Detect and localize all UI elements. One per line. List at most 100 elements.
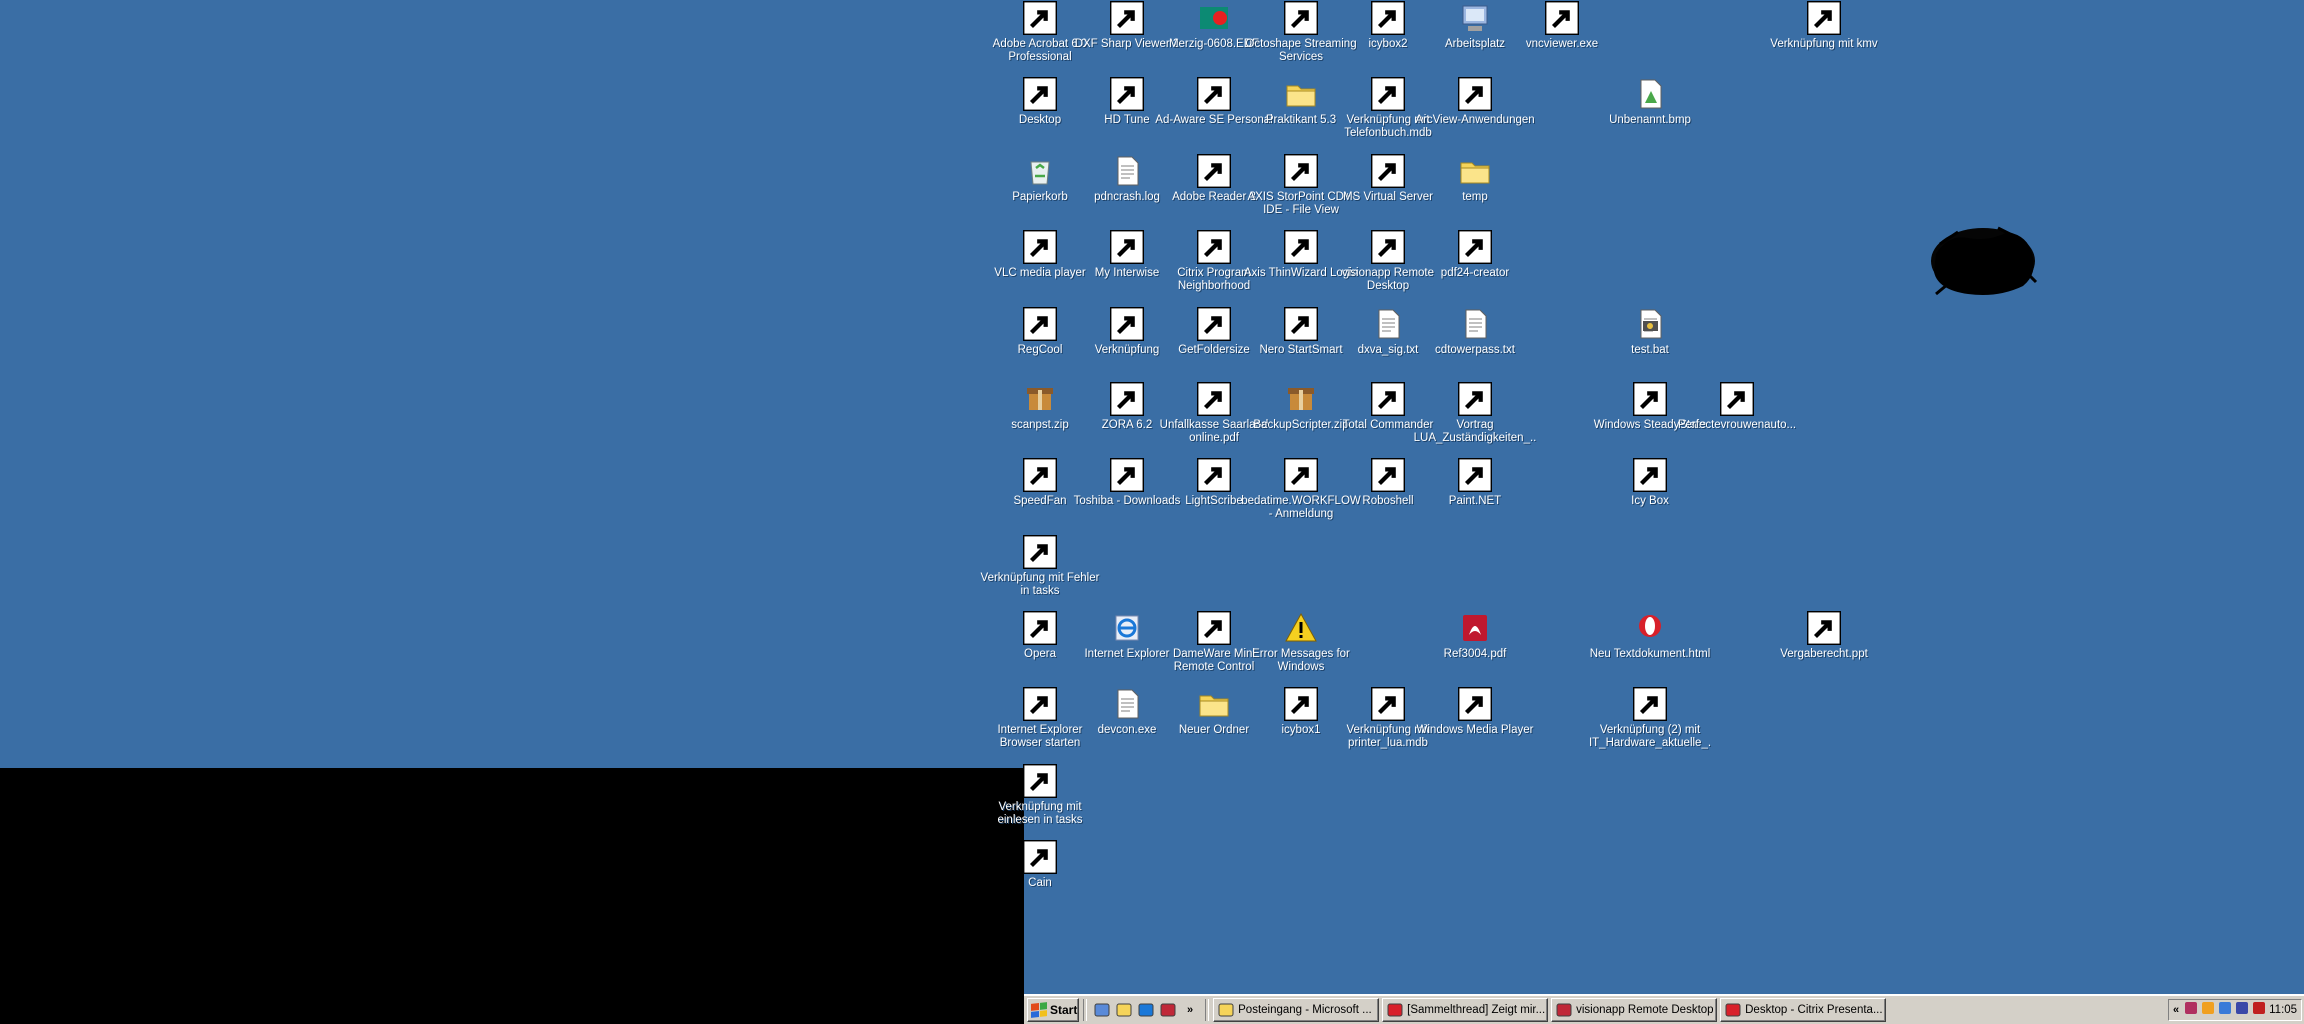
ie-icon (1023, 687, 1057, 721)
desktop-icon-pdf24-creator[interactable]: pdf24-creator (1413, 229, 1537, 305)
desktop-icon-label: vncviewer.exe (1525, 38, 1599, 50)
edf-file-icon (1197, 1, 1231, 35)
desktop-icon-label: Verknüpfung mit kmv (1770, 38, 1878, 50)
taskbar: Start » Posteingang - Microsoft ... [Samm… (1024, 994, 2304, 1024)
desktop-icon-cdtowerpass-txt[interactable]: cdtowerpass.txt (1413, 306, 1537, 382)
taskbar-button[interactable]: visionapp Remote Desktop (1551, 998, 1718, 1022)
citrix-icon (1197, 230, 1231, 264)
tray-speaker-icon[interactable] (2235, 1001, 2249, 1020)
cain-icon (1023, 840, 1057, 874)
tray-security-icon[interactable] (2252, 1001, 2266, 1020)
desktop-icon-temp[interactable]: temp (1413, 153, 1537, 229)
text-file-icon (1458, 307, 1492, 341)
desktop-icon-label: Windows Media Player (1416, 724, 1534, 736)
pdf-icon (1458, 611, 1492, 645)
ie-icon (1110, 611, 1144, 645)
my-computer-icon (1458, 1, 1492, 35)
tray-app-icon-2[interactable] (2201, 1001, 2215, 1020)
start-button[interactable]: Start (1027, 998, 1079, 1022)
desktop-icon-perfectevrouwenauto[interactable]: Perfectevrouwenauto... (1675, 381, 1799, 457)
regcool-icon (1023, 307, 1057, 341)
quick-launch-chevron[interactable]: » (1187, 1004, 1193, 1016)
desktop-icon-label: Cain (1028, 877, 1052, 889)
script-shortcut-icon (1023, 764, 1057, 798)
web-shortcut-icon (1371, 154, 1405, 188)
taskbar-button-label: [Sammelthread] Zeigt mir... (1407, 1004, 1546, 1016)
tray-icons (2184, 1001, 2266, 1020)
desktop-icon-label: Icy Box (1631, 495, 1669, 507)
ad-aware-icon (1197, 77, 1231, 111)
getfoldersize-icon (1197, 307, 1231, 341)
zip-icon (1284, 382, 1318, 416)
icybox-icon (1633, 458, 1667, 492)
desktop-icon-label: pdf24-creator (1440, 267, 1510, 279)
batch-file-icon (1633, 307, 1667, 341)
desktop-icon-label: ArcView-Anwendungen (1415, 114, 1535, 126)
desktop-icon-cain[interactable]: Cain (978, 839, 1102, 915)
desktop-icon-test-bat[interactable]: test.bat (1588, 306, 1712, 382)
tray-app-icon-1[interactable] (2184, 1001, 2198, 1020)
desktop-icon-label: Error Messages for Windows (1252, 648, 1350, 673)
quick-launch-folder-icon[interactable] (1115, 1001, 1133, 1019)
folder-icon (1458, 77, 1492, 111)
quick-launch-rss-remote-icon[interactable] (1159, 1001, 1177, 1019)
system-tray: « 11:05 (2168, 999, 2302, 1021)
text-file-icon (1110, 154, 1144, 188)
zip-icon (1023, 382, 1057, 416)
tray-network-icon[interactable] (2218, 1001, 2232, 1020)
lightscribe-icon (1197, 458, 1231, 492)
speedfan-icon (1023, 458, 1057, 492)
desktop-icon-ref3004-pdf[interactable]: Ref3004.pdf (1413, 610, 1537, 686)
desktop-icon-icy-box[interactable]: Icy Box (1588, 457, 1712, 533)
rss-remote-icon (1371, 230, 1405, 264)
desktop-icon-label: Perfectevrouwenauto... (1677, 419, 1797, 431)
desktop-icon-label: Verknüpfung mit einlesen in tasks (997, 801, 1083, 826)
desktop-icon-unbenannt-bmp[interactable]: Unbenannt.bmp (1588, 76, 1712, 152)
pdf24-icon (1458, 230, 1492, 264)
desktop-icon-vergaberecht-ppt[interactable]: Vergaberecht.ppt (1762, 610, 1886, 686)
desktop-icon-neu-textdokument-html[interactable]: Neu Textdokument.html (1588, 610, 1712, 686)
nero-icon (1284, 307, 1318, 341)
folder-shortcut-icon (1807, 1, 1841, 35)
taskbar-button[interactable]: [Sammelthread] Zeigt mir... (1382, 998, 1549, 1022)
desktop-icon-label: cdtowerpass.txt (1435, 344, 1515, 356)
acrobat-icon (1023, 1, 1057, 35)
web-shortcut-icon (1110, 458, 1144, 492)
bitmap-icon (1633, 77, 1667, 111)
network-drive-icon (1284, 687, 1318, 721)
vlc-icon (1023, 230, 1057, 264)
taskbar-button[interactable]: Desktop - Citrix Presenta... (1720, 998, 1887, 1022)
paintnet-icon (1458, 458, 1492, 492)
desktop-icon-verkn-pfung-2-mit-it-hardware-aktuelle[interactable]: Verknüpfung (2) mit IT_Hardware_aktuelle… (1588, 686, 1712, 762)
tray-expand-chevron[interactable]: « (2173, 1004, 2179, 1016)
clock[interactable]: 11:05 (2269, 1004, 2297, 1016)
warning-icon (1284, 611, 1318, 645)
desktop-icon-label: Paint.NET (1448, 495, 1502, 507)
opera-doc-icon (1633, 611, 1667, 645)
quick-launch-ie-icon[interactable] (1137, 1001, 1155, 1019)
folder-icon (1284, 77, 1318, 111)
quick-launch-show-desktop-icon[interactable] (1093, 1001, 1111, 1019)
desktop-icon-verkn-pfung-mit-fehler-in-tasks[interactable]: Verknüpfung mit Fehler in tasks (978, 534, 1102, 610)
taskbar-button[interactable]: Posteingang - Microsoft ... (1213, 998, 1380, 1022)
remote-session-unused-area (0, 768, 1024, 1024)
desktop-icon-windows-media-player[interactable]: Windows Media Player (1413, 686, 1537, 762)
desktop-icon-label: Ref3004.pdf (1443, 648, 1507, 660)
desktop-icon-paint-net[interactable]: Paint.NET (1413, 457, 1537, 533)
folder-shortcut-icon (1110, 307, 1144, 341)
windows-logo-icon (1031, 1002, 1047, 1018)
ppt-shortcut-icon (1458, 382, 1492, 416)
taskbar-separator (1083, 999, 1087, 1021)
task-buttons: Posteingang - Microsoft ... [Sammelthread… (1213, 998, 1889, 1022)
desktop-icon-verkn-pfung-mit-einlesen-in-tasks[interactable]: Verknüpfung mit einlesen in tasks (978, 763, 1102, 839)
outlook-icon (1218, 1003, 1234, 1017)
desktop-icon-vncviewer-exe[interactable]: VC vncviewer.exe (1500, 0, 1624, 76)
desktop-area[interactable]: Adobe Acrobat 6.0 Professional DXF Sharp … (981, 0, 2304, 994)
desktop-icon (1023, 77, 1057, 111)
desktop-icon-vortrag-lua-zust-ndigkeiten[interactable]: Vortrag LUA_Zuständigkeiten_... (1413, 381, 1537, 457)
recycle-bin-icon (1023, 154, 1057, 188)
desktop-icon-error-messages-for-windows[interactable]: Error Messages for Windows (1239, 610, 1363, 686)
desktop-icon-arcview-anwendungen[interactable]: ArcView-Anwendungen (1413, 76, 1537, 152)
web-shortcut-icon (1284, 154, 1318, 188)
desktop-icon-verkn-pfung-mit-kmv[interactable]: Verknüpfung mit kmv (1762, 0, 1886, 76)
